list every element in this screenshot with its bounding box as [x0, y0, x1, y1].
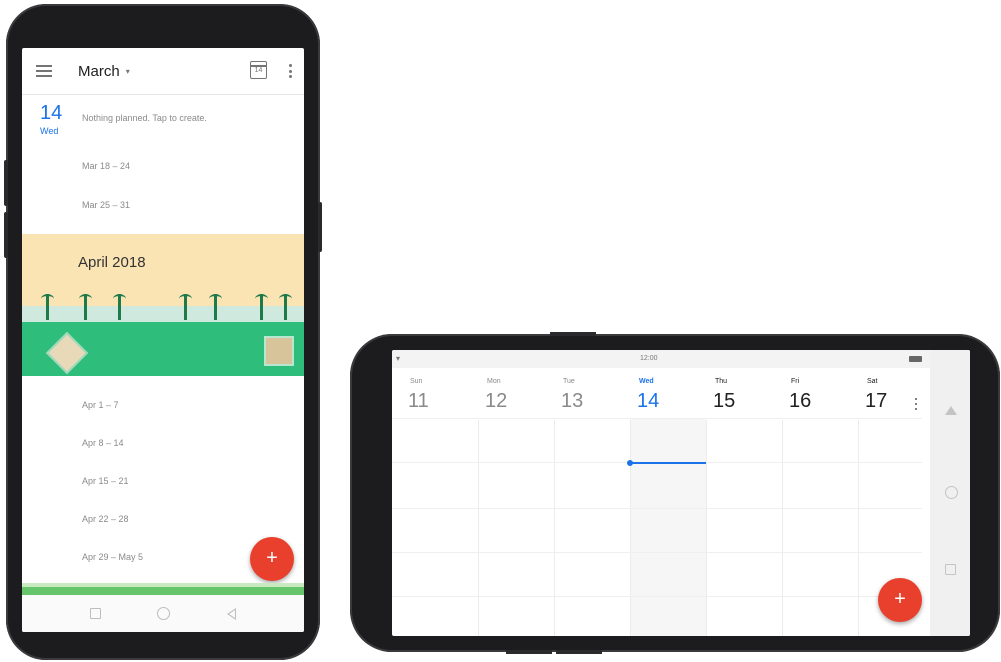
- power-button: [318, 202, 322, 252]
- home-icon[interactable]: [157, 607, 171, 620]
- menu-icon[interactable]: [36, 65, 52, 77]
- today-day-of-week: Wed: [40, 126, 59, 136]
- week-row[interactable]: Apr 8 – 14: [82, 438, 124, 448]
- power-button: [556, 650, 602, 654]
- volume-button: [550, 332, 596, 336]
- week-row[interactable]: Apr 1 – 7: [82, 400, 119, 410]
- more-options-icon[interactable]: [289, 64, 292, 78]
- animal-illustration: [264, 336, 294, 366]
- day-number: 12: [485, 390, 508, 412]
- battery-icon: [909, 356, 922, 362]
- tree-illustration: [113, 294, 126, 320]
- recents-icon[interactable]: [945, 564, 956, 575]
- back-icon[interactable]: [226, 607, 236, 620]
- portrait-screen: March ▾ 14 14 Wed Nothing planned. Tap t…: [22, 48, 304, 632]
- system-nav-bar: [22, 595, 304, 632]
- column-divider: [630, 420, 631, 636]
- status-bar: ▾ 12:00: [392, 350, 970, 368]
- day-of-week: Mon: [487, 378, 501, 385]
- calendar-icon-day: 14: [254, 67, 263, 74]
- chevron-down-icon[interactable]: ▾: [126, 67, 130, 76]
- create-event-button[interactable]: +: [878, 578, 922, 622]
- back-icon[interactable]: [945, 406, 957, 415]
- day-number: 13: [561, 390, 584, 412]
- week-grid[interactable]: [392, 418, 922, 636]
- month-selector[interactable]: March: [78, 63, 120, 80]
- today-column-highlight: [630, 418, 706, 636]
- product-showcase: March ▾ 14 14 Wed Nothing planned. Tap t…: [0, 0, 1001, 662]
- calendar-today-icon[interactable]: 14: [250, 61, 267, 79]
- wifi-icon: ▾: [396, 354, 401, 363]
- current-time-indicator: [627, 460, 706, 466]
- week-row[interactable]: Mar 25 – 31: [82, 200, 130, 210]
- tree-illustration: [209, 294, 222, 320]
- volume-up-button: [4, 160, 8, 206]
- today-day-number: 14: [40, 102, 63, 124]
- week-row[interactable]: Apr 15 – 21: [82, 476, 129, 486]
- day-of-week: Thu: [715, 378, 728, 385]
- week-row[interactable]: Mar 18 – 24: [82, 161, 130, 171]
- month-banner-title: April 2018: [78, 254, 146, 271]
- today-row[interactable]: 14 Wed Nothing planned. Tap to create.: [22, 100, 304, 140]
- day-of-week: Sun: [410, 378, 423, 385]
- volume-button: [506, 650, 552, 654]
- day-number: 15: [713, 390, 736, 412]
- hour-line: [392, 552, 922, 553]
- week-row[interactable]: Apr 29 – May 5: [82, 552, 143, 562]
- tree-illustration: [179, 294, 192, 320]
- column-divider: [478, 420, 479, 636]
- month-banner: April 2018: [22, 234, 304, 376]
- day-of-week: Sat: [867, 378, 878, 385]
- status-time: 12:00: [640, 355, 658, 362]
- create-event-button[interactable]: +: [250, 537, 294, 581]
- more-options-icon[interactable]: [915, 398, 918, 410]
- column-divider: [554, 420, 555, 636]
- column-divider: [858, 420, 859, 636]
- next-month-banner-peek: [22, 583, 304, 595]
- recents-icon[interactable]: [90, 608, 102, 619]
- day-of-week: Tue: [563, 378, 575, 385]
- column-divider: [706, 420, 707, 636]
- tree-illustration: [79, 294, 92, 320]
- hour-line: [392, 508, 922, 509]
- day-of-week: Fri: [791, 378, 800, 385]
- landscape-phone: ▾ 12:00 Sun 11 Mon 12 Tue 13 Wed 14 Thu …: [350, 332, 1000, 654]
- day-number: 11: [408, 390, 429, 412]
- empty-day-prompt[interactable]: Nothing planned. Tap to create.: [82, 113, 207, 123]
- column-divider: [782, 420, 783, 636]
- landscape-screen: ▾ 12:00 Sun 11 Mon 12 Tue 13 Wed 14 Thu …: [392, 350, 970, 636]
- week-header: Sun 11 Mon 12 Tue 13 Wed 14 Thu 15 Fri 1…: [392, 368, 970, 434]
- week-row[interactable]: Apr 22 – 28: [82, 514, 129, 524]
- home-icon[interactable]: [945, 486, 958, 499]
- volume-down-button: [4, 212, 8, 258]
- day-number: 17: [865, 390, 888, 412]
- portrait-phone: March ▾ 14 14 Wed Nothing planned. Tap t…: [4, 4, 322, 660]
- day-number: 16: [789, 390, 812, 412]
- hour-line: [392, 596, 922, 597]
- tree-illustration: [255, 294, 268, 320]
- app-toolbar: March ▾ 14: [22, 48, 304, 95]
- tree-illustration: [279, 294, 292, 320]
- day-number: 14: [637, 390, 660, 412]
- tree-illustration: [41, 294, 54, 320]
- day-of-week: Wed: [639, 378, 654, 385]
- system-nav-bar: [930, 350, 970, 636]
